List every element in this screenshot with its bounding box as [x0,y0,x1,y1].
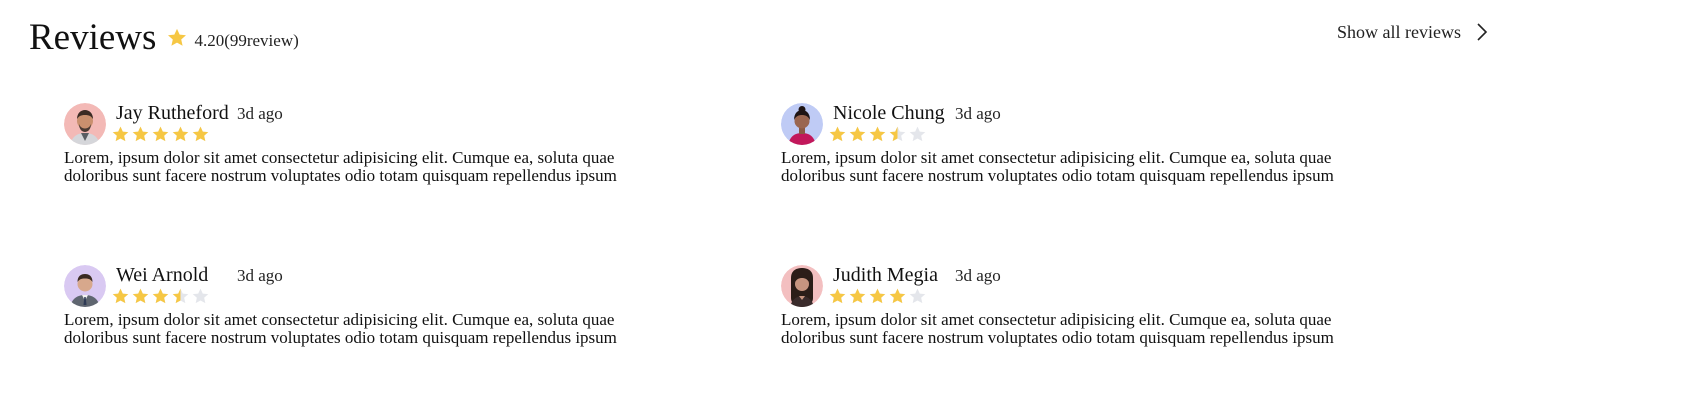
review-card: Nicole Chung 3d ago Lorem, ipsum dolor s… [781,101,1421,185]
star-icon [172,288,189,304]
reviewer-name: Nicole Chung [833,102,945,124]
show-all-reviews-link[interactable]: Show all reviews [1337,18,1489,46]
review-time: 3d ago [237,104,283,123]
review-text-line: doloribus sunt facere nostrum voluptates… [781,166,1334,185]
review-card: Judith Megia 3d ago Lorem, ipsum dolor s… [781,263,1421,347]
review-text-line: Lorem, ipsum dolor sit amet consectetur … [64,148,615,167]
review-text-line: Lorem, ipsum dolor sit amet consectetur … [64,310,615,329]
star-icon [869,126,886,142]
star-icon [112,288,129,304]
star-rating [111,287,210,306]
review-time: 3d ago [237,266,283,285]
star-rating [828,287,927,306]
review-text: Lorem, ipsum dolor sit amet consectetur … [781,149,1401,185]
review-text-line: Lorem, ipsum dolor sit amet consectetur … [781,310,1332,329]
star-rating [828,125,927,144]
reviews-header: Reviews 4.20(99review) [29,16,299,60]
review-text-line: Lorem, ipsum dolor sit amet consectetur … [781,148,1332,167]
review-text-line: doloribus sunt facere nostrum voluptates… [64,328,617,347]
star-icon [909,126,926,142]
review-text-line: doloribus sunt facere nostrum voluptates… [64,166,617,185]
star-icon [849,126,866,142]
avatar [64,265,106,307]
star-icon [889,126,906,142]
star-icon [168,28,187,46]
avatar [64,103,106,145]
star-icon [192,288,209,304]
avatar [781,103,823,145]
show-all-reviews-label: Show all reviews [1337,21,1461,42]
star-icon [889,288,906,304]
average-rating: 4.20(99review) [194,31,299,50]
star-icon [112,126,129,142]
page-title: Reviews [29,17,157,58]
review-text: Lorem, ipsum dolor sit amet consectetur … [781,311,1401,347]
review-time: 3d ago [955,266,1001,285]
star-icon [192,126,209,142]
star-icon [152,126,169,142]
chevron-right-icon [1477,23,1488,41]
review-text: Lorem, ipsum dolor sit amet consectetur … [64,311,684,347]
reviewer-name: Jay Rutheford [116,102,229,124]
review-card: Jay Rutheford 3d ago Lorem, ipsum dolor … [64,101,704,185]
star-icon [132,126,149,142]
star-rating [111,125,210,144]
star-icon [132,288,149,304]
star-icon [152,288,169,304]
review-text-line: doloribus sunt facere nostrum voluptates… [781,328,1334,347]
star-icon [172,126,189,142]
star-icon [869,288,886,304]
review-text: Lorem, ipsum dolor sit amet consectetur … [64,149,684,185]
star-icon [829,288,846,304]
review-card: Wei Arnold 3d ago Lorem, ipsum dolor sit… [64,263,704,347]
reviewer-name: Judith Megia [833,264,938,286]
star-icon [829,126,846,142]
reviewer-name: Wei Arnold [116,264,209,286]
review-time: 3d ago [955,104,1001,123]
star-icon [849,288,866,304]
star-icon [909,288,926,304]
avatar [781,265,823,307]
